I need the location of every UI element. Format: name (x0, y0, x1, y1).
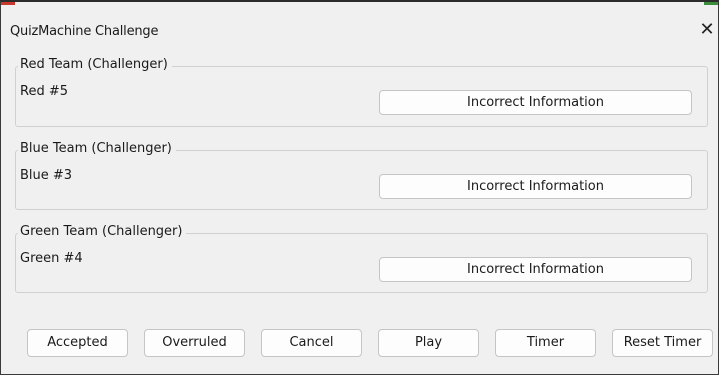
red-team-group: Red Team (Challenger) Red #5 Incorrect I… (15, 57, 708, 127)
reset-timer-button[interactable]: Reset Timer (612, 329, 713, 357)
play-button[interactable]: Play (378, 329, 479, 357)
cancel-button[interactable]: Cancel (261, 329, 362, 357)
red-team-player: Red #5 (20, 84, 68, 99)
green-team-incorrect-information-button[interactable]: Incorrect Information (379, 257, 692, 282)
challenge-dialog: QuizMachine Challenge ✕ Red Team (Challe… (0, 0, 719, 375)
red-team-legend: Red Team (Challenger) (18, 57, 172, 72)
blue-team-group: Blue Team (Challenger) Blue #3 Incorrect… (15, 141, 708, 210)
green-team-player: Green #4 (20, 251, 83, 266)
top-strip-right (704, 2, 718, 5)
dialog-title: QuizMachine Challenge (10, 24, 159, 39)
red-team-incorrect-information-button[interactable]: Incorrect Information (379, 90, 692, 115)
overruled-button[interactable]: Overruled (144, 329, 245, 357)
close-icon[interactable]: ✕ (698, 21, 716, 39)
accepted-button[interactable]: Accepted (27, 329, 128, 357)
top-strip-left (1, 2, 15, 5)
blue-team-incorrect-information-button[interactable]: Incorrect Information (379, 174, 692, 199)
green-team-group: Green Team (Challenger) Green #4 Incorre… (15, 224, 708, 293)
timer-button[interactable]: Timer (495, 329, 596, 357)
green-team-legend: Green Team (Challenger) (18, 224, 187, 239)
blue-team-legend: Blue Team (Challenger) (18, 141, 176, 156)
blue-team-player: Blue #3 (20, 168, 73, 183)
